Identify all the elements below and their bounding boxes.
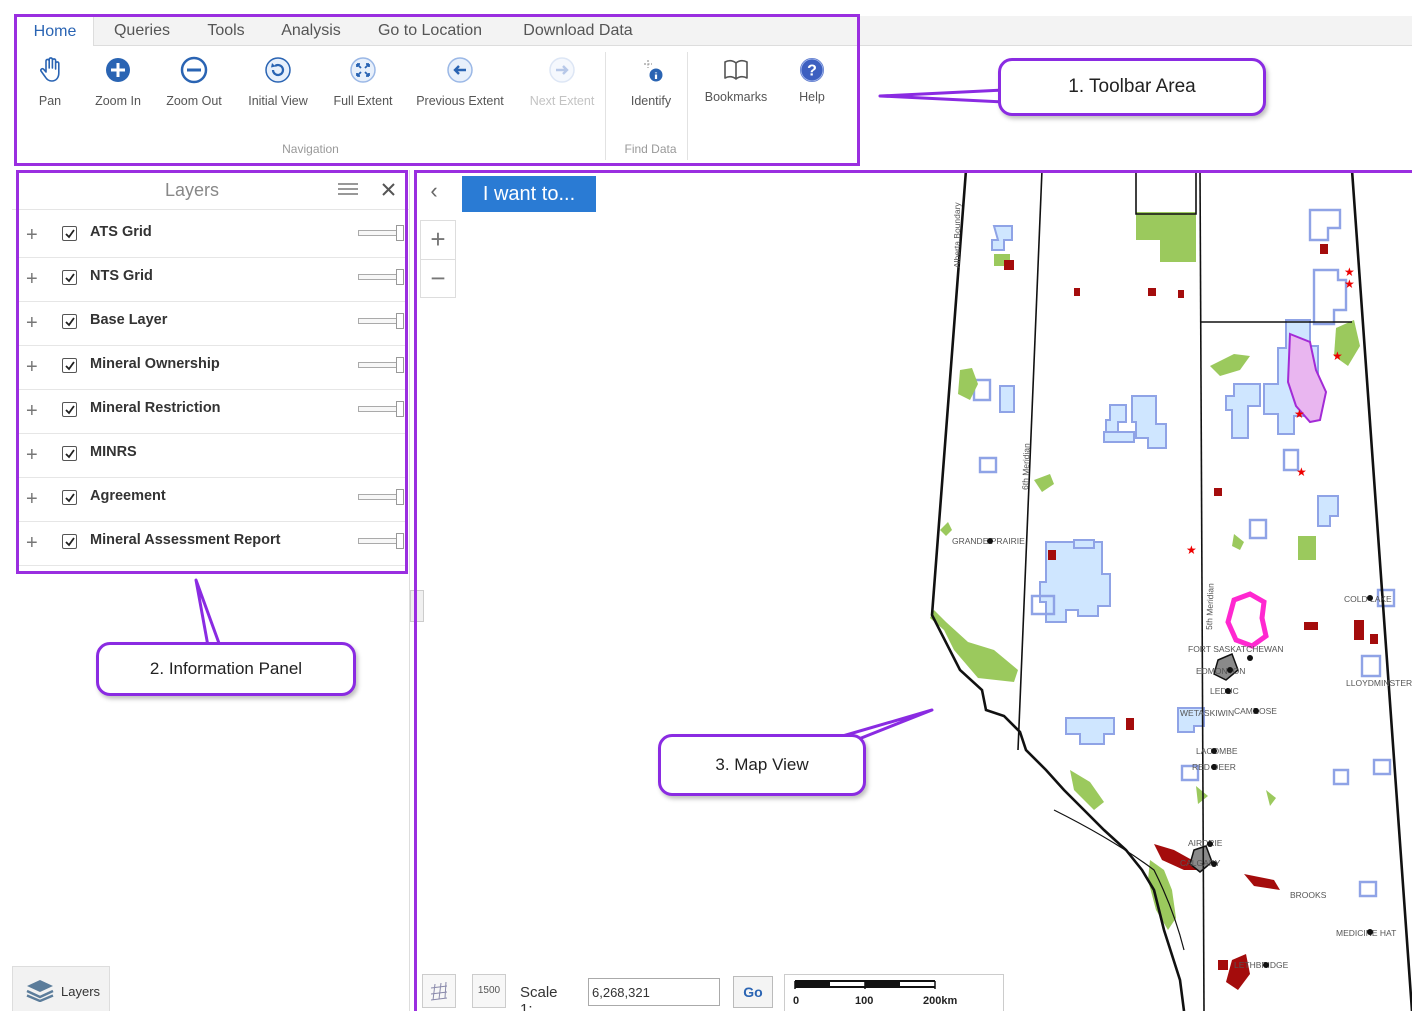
callout-toolbar: 1. Toolbar Area [998, 58, 1266, 116]
callout-pointers [194, 88, 1006, 750]
callout-panel: 2. Information Panel [96, 642, 356, 696]
callout-map: 3. Map View [658, 734, 866, 796]
